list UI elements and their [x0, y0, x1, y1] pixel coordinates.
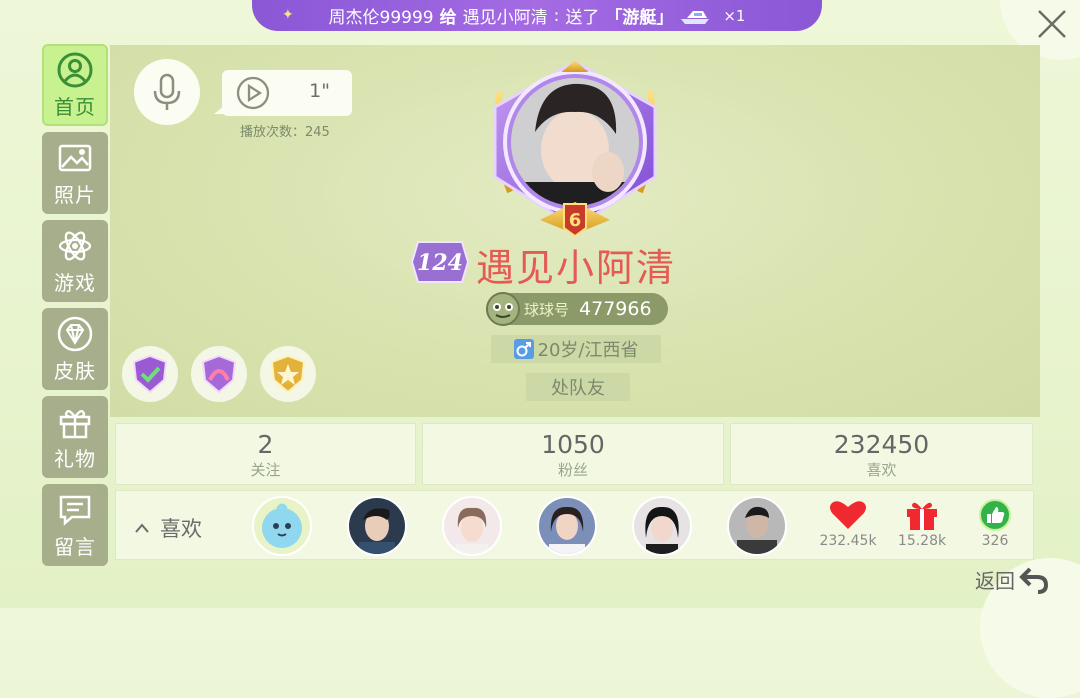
liker-avatar[interactable] [537, 496, 597, 556]
stat-likes[interactable]: 232450 喜欢 [730, 423, 1033, 485]
relation-tag: 处队友 [526, 373, 630, 401]
stat-label: 喜欢 [866, 461, 897, 479]
id-value: 477966 [579, 298, 652, 320]
age-location-text: 20岁/江西省 [537, 340, 639, 361]
liker-avatar[interactable] [442, 496, 502, 556]
gift-icon [907, 502, 937, 530]
banner-verb: 给 [439, 8, 457, 28]
thumbs-up-icon [979, 499, 1011, 531]
stat-value: 1050 [541, 430, 605, 459]
age-location: 20岁/江西省 [491, 335, 661, 363]
stat-fans[interactable]: 1050 粉丝 [422, 423, 724, 485]
level-number: 6 [569, 210, 582, 231]
bubble-tail [214, 106, 224, 114]
heart-icon [830, 501, 866, 529]
stat-following[interactable]: 2 关注 [115, 423, 416, 485]
yacht-icon [681, 10, 710, 24]
return-arrow-icon [1019, 567, 1049, 594]
sidebar-item-label: 照片 [54, 182, 96, 207]
diamond-icon [57, 316, 93, 351]
stat-label: 粉丝 [557, 461, 588, 479]
image-icon [58, 144, 92, 171]
stat-label: 关注 [250, 461, 281, 479]
sidebar-item-label: 礼物 [54, 446, 96, 471]
sidebar-item-skins[interactable]: 皮肤 [42, 308, 108, 390]
likes-title-label: 喜欢 [160, 517, 202, 541]
sidebar-item-label: 皮肤 [54, 358, 96, 383]
play-count: 播放次数：245 [240, 125, 330, 140]
voice-record-button[interactable] [134, 59, 200, 125]
achievement-badges [122, 346, 316, 402]
liker-avatar[interactable] [252, 496, 312, 556]
shield-arch-icon [201, 354, 237, 394]
sparkle-icon: ✦ [282, 7, 294, 23]
player-id-pill[interactable]: 球球号 477966 [486, 292, 668, 326]
rank-badge: 124 [410, 241, 470, 283]
liker-avatar[interactable] [347, 496, 407, 556]
sidebar-item-label: 留言 [54, 534, 96, 559]
thumbs-up-reaction[interactable]: 326 [960, 499, 1030, 549]
user-icon [57, 52, 93, 87]
heart-reaction[interactable]: 232.45k [813, 499, 883, 549]
gift-reaction[interactable]: 15.28k [887, 499, 957, 549]
sidebar-item-games[interactable]: 游戏 [42, 220, 108, 302]
heart-count: 232.45k [819, 533, 877, 549]
sidebar-item-messages[interactable]: 留言 [42, 484, 108, 566]
voice-play-bubble[interactable]: 1" [214, 70, 352, 116]
gift-count: 15.28k [897, 533, 947, 549]
back-button[interactable]: 返回 [975, 565, 1049, 594]
rank-number: 124 [417, 250, 463, 276]
back-label: 返回 [975, 569, 1015, 593]
sidebar-item-label: 游戏 [54, 270, 96, 295]
voice-duration: 1" [309, 80, 330, 102]
sidebar-item-gifts[interactable]: 礼物 [42, 396, 108, 478]
user-photo-icon [349, 498, 405, 554]
sidebar-item-label: 首页 [54, 94, 96, 119]
shield-check-icon [132, 354, 168, 394]
ball-mascot-icon [486, 292, 520, 326]
play-icon [236, 76, 270, 110]
banner-sender: 周杰伦99999 [328, 8, 434, 28]
banner-verb2: 送了 [565, 8, 600, 28]
liker-avatar[interactable] [727, 496, 787, 556]
stats-row: 2 关注 1050 粉丝 232450 喜欢 [115, 423, 1033, 485]
banner-gift-count: ×1 [723, 6, 746, 25]
banner-separator: : [553, 5, 560, 26]
chevron-up-icon [135, 523, 149, 533]
atom-icon [58, 231, 92, 260]
close-icon[interactable] [1034, 6, 1070, 42]
badge-shield-arch[interactable] [191, 346, 247, 402]
stat-value: 2 [257, 430, 274, 459]
male-gender-icon [513, 339, 534, 359]
banner-gift-name: 「游艇」 [605, 8, 674, 28]
likes-toggle[interactable]: 喜欢 [134, 513, 202, 543]
sidebar: 首页 照片 游戏 皮肤 礼物 留言 [42, 44, 108, 572]
blue-ball-mascot-icon [254, 498, 310, 554]
user-photo-icon [634, 498, 690, 554]
gift-icon [59, 409, 91, 438]
user-photo-icon [539, 498, 595, 554]
gold-star-icon [270, 354, 306, 394]
id-label: 球球号 [524, 300, 570, 319]
nickname: 遇见小阿清 [476, 246, 677, 290]
microphone-icon [153, 73, 181, 110]
stat-value: 232450 [833, 430, 930, 459]
banner-receiver: 遇见小阿清 [462, 8, 548, 28]
sidebar-item-photos[interactable]: 照片 [42, 132, 108, 214]
thumbs-up-count: 326 [981, 533, 1009, 549]
user-photo-icon [444, 498, 500, 554]
badge-shield-check[interactable] [122, 346, 178, 402]
avatar[interactable]: 6 [480, 52, 670, 242]
sidebar-item-home[interactable]: 首页 [42, 44, 108, 126]
likes-bar: 喜欢 232.45k 15.28k 326 [115, 490, 1034, 560]
user-photo-icon [729, 498, 785, 554]
liker-avatar[interactable] [632, 496, 692, 556]
message-icon [59, 495, 91, 526]
gift-broadcast-banner: ✦ 周杰伦99999 给 遇见小阿清 : 送了 「游艇」 ×1 [252, 0, 822, 31]
badge-gold-star[interactable] [260, 346, 316, 402]
